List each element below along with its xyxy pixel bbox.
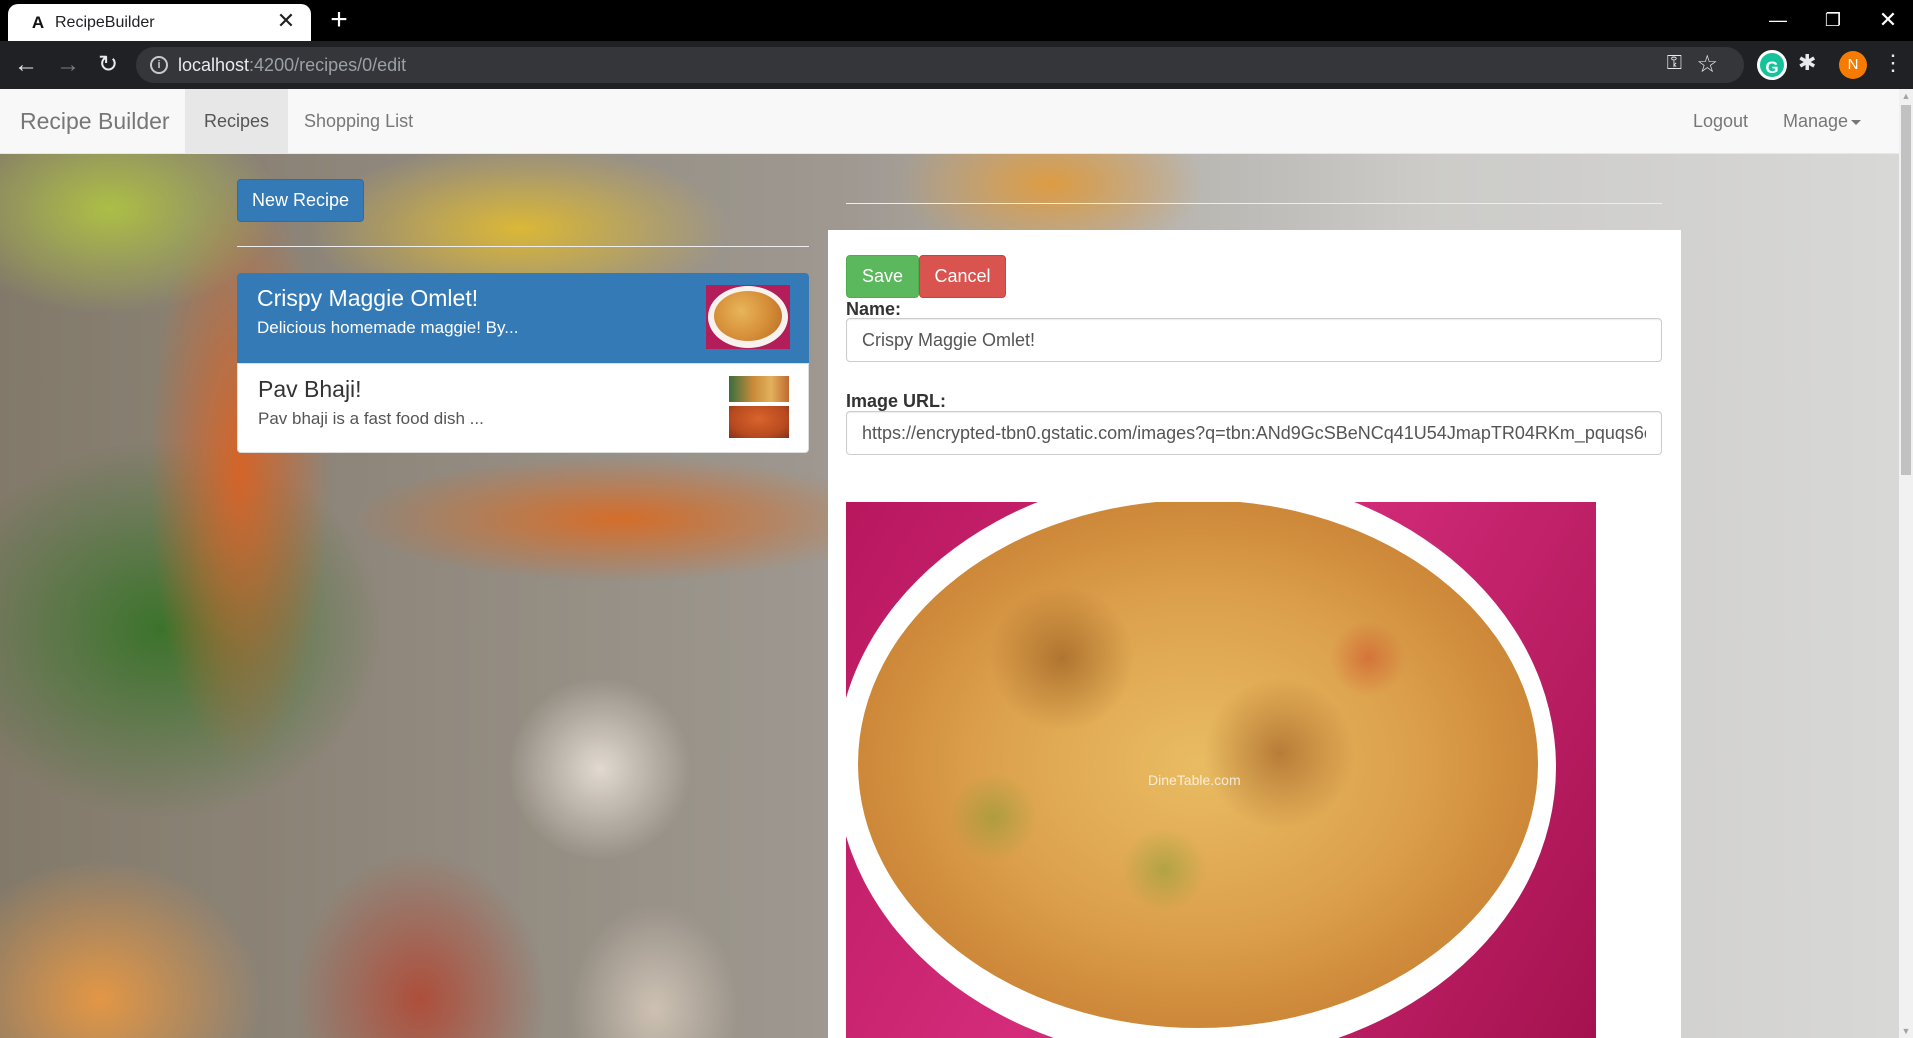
new-recipe-button[interactable]: New Recipe	[237, 179, 364, 222]
image-url-label: Image URL:	[846, 391, 947, 411]
name-label: Name:	[846, 299, 902, 319]
tab-title: RecipeBuilder	[55, 14, 155, 31]
image-watermark: DineTable.com	[1148, 772, 1241, 788]
forward-arrow-icon[interactable]: →	[53, 51, 83, 79]
recipe-thumbnail	[727, 374, 791, 440]
new-tab-icon[interactable]: +	[325, 5, 353, 35]
recipe-list-item[interactable]: Pav Bhaji! Pav bhaji is a fast food dish…	[237, 363, 809, 453]
browser-toolbar: ← → ↻ i localhost:4200/recipes/0/edit ⚿ …	[0, 41, 1913, 89]
address-bar[interactable]: i localhost:4200/recipes/0/edit ⚿ ☆	[136, 47, 1744, 83]
recipe-image-preview: DineTable.com	[846, 502, 1596, 1038]
page-scrollbar[interactable]: ▲ ▼	[1899, 89, 1913, 1038]
url-path: :4200/recipes/0/edit	[249, 55, 407, 75]
tab-close-icon[interactable]: ✕	[275, 10, 297, 32]
recipe-edit-panel: Save Cancel Name: Image URL: DineTable.c…	[828, 230, 1681, 1038]
url-text[interactable]: localhost:4200/recipes/0/edit	[178, 55, 406, 76]
divider	[846, 203, 1662, 204]
nav-logout[interactable]: Logout	[1674, 89, 1767, 153]
angular-favicon-icon: A	[31, 13, 45, 32]
caret-down-icon	[1851, 119, 1862, 125]
app-navbar: Recipe Builder Recipes Shopping List Log…	[0, 89, 1899, 154]
cancel-button[interactable]: Cancel	[919, 255, 1006, 298]
recipe-name: Crispy Maggie Omlet!	[257, 285, 479, 311]
omelet	[858, 502, 1538, 1028]
browser-tab[interactable]: A RecipeBuilder ✕	[8, 4, 311, 41]
reload-icon[interactable]: ↻	[93, 51, 123, 79]
save-button[interactable]: Save	[846, 255, 919, 298]
page-viewport: Recipe Builder Recipes Shopping List Log…	[0, 89, 1899, 1038]
browser-tab-strip: A RecipeBuilder ✕ + — ❐ ✕	[0, 0, 1913, 41]
recipe-description: Pav bhaji is a fast food dish ...	[258, 409, 484, 428]
name-input[interactable]	[846, 318, 1662, 362]
recipe-list-item-active[interactable]: Crispy Maggie Omlet! Delicious homemade …	[237, 273, 809, 363]
browser-menu-icon[interactable]: ⋮	[1882, 50, 1904, 76]
password-key-icon[interactable]: ⚿	[1667, 52, 1682, 75]
profile-avatar[interactable]: N	[1839, 51, 1867, 79]
window-restore-icon[interactable]: ❐	[1813, 5, 1853, 35]
extensions-puzzle-icon[interactable]: ✱	[1798, 50, 1816, 76]
nav-manage-dropdown[interactable]: Manage	[1764, 89, 1880, 153]
scroll-up-icon[interactable]: ▲	[1899, 89, 1913, 103]
window-minimize-icon[interactable]: —	[1758, 5, 1798, 35]
back-arrow-icon[interactable]: ←	[11, 51, 41, 79]
window-close-icon[interactable]: ✕	[1868, 5, 1908, 35]
scrollbar-thumb[interactable]	[1901, 105, 1911, 475]
recipe-description: Delicious homemade maggie! By...	[257, 318, 519, 337]
nav-recipes[interactable]: Recipes	[185, 89, 289, 153]
image-url-input[interactable]	[846, 411, 1662, 455]
scroll-down-icon[interactable]: ▼	[1899, 1024, 1913, 1038]
url-host: localhost	[178, 55, 250, 75]
recipe-name: Pav Bhaji!	[258, 376, 362, 402]
grammarly-extension-icon[interactable]: G	[1757, 50, 1787, 80]
recipe-thumbnail	[706, 285, 790, 349]
divider	[237, 246, 809, 247]
brand-link[interactable]: Recipe Builder	[20, 108, 170, 135]
site-info-icon[interactable]: i	[150, 56, 168, 74]
bookmark-star-icon[interactable]: ☆	[1696, 50, 1718, 79]
nav-shopping-list[interactable]: Shopping List	[285, 89, 432, 153]
manage-label: Manage	[1783, 111, 1849, 131]
